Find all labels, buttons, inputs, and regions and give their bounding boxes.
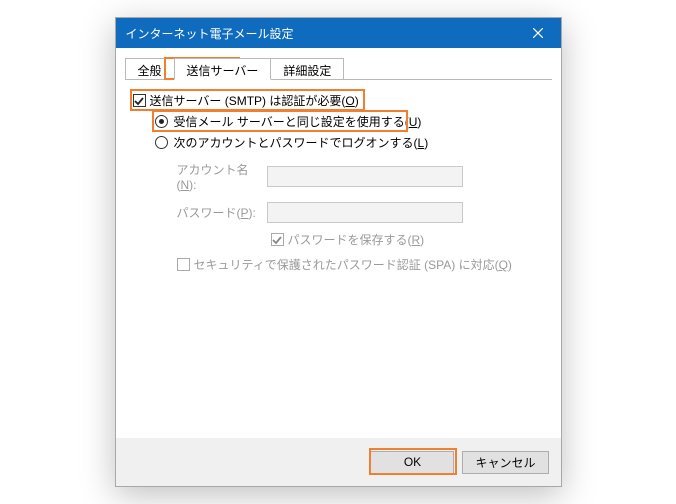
close-button[interactable] [516,18,561,48]
save-password-checkbox [271,233,284,246]
spa-row: セキュリティで保護されたパスワード認証 (SPA) に対応(Q) [177,256,544,273]
tab-content-outgoing: 送信サーバー (SMTP) は認証が必要(O) 受信メール サーバーと同じ設定を… [125,80,552,273]
account-row: アカウント名(N): [177,161,544,192]
close-icon [533,28,543,38]
dialog-title: インターネット電子メール設定 [126,25,516,42]
smtp-auth-row[interactable]: 送信サーバー (SMTP) は認証が必要(O) [133,92,544,109]
dialog-footer: OK キャンセル [116,438,561,486]
cancel-button[interactable]: キャンセル [462,451,548,474]
titlebar: インターネット電子メール設定 [116,18,561,48]
check-icon [134,96,144,106]
save-password-label: パスワードを保存する(R) [288,231,425,248]
tab-general[interactable]: 全般 [125,58,175,79]
spa-checkbox [177,258,190,271]
email-settings-dialog: インターネット電子メール設定 全般 送信サーバー 詳細設定 送信サーバー (SM… [115,17,562,487]
smtp-auth-label: 送信サーバー (SMTP) は認証が必要(O) [150,92,359,109]
use-same-settings-row[interactable]: 受信メール サーバーと同じ設定を使用する(U) [155,113,544,130]
logon-other-label: 次のアカウントとパスワードでログオンする(L) [174,134,429,151]
logon-other-row[interactable]: 次のアカウントとパスワードでログオンする(L) [155,134,544,151]
check-icon [272,235,282,245]
password-input [267,202,463,223]
password-label: パスワード(P): [177,204,267,221]
account-label: アカウント名(N): [177,161,267,192]
tab-bar: 全般 送信サーバー 詳細設定 [125,58,552,80]
tab-outgoing-server[interactable]: 送信サーバー [174,58,272,80]
spa-label: セキュリティで保護されたパスワード認証 (SPA) に対応(Q) [194,256,512,273]
account-input [267,166,463,187]
use-same-settings-label: 受信メール サーバーと同じ設定を使用する(U) [174,113,422,130]
ok-button[interactable]: OK [370,451,454,474]
logon-other-radio[interactable] [155,136,168,149]
use-same-settings-radio[interactable] [155,115,168,128]
password-row: パスワード(P): [177,202,544,223]
dialog-body: 全般 送信サーバー 詳細設定 送信サーバー (SMTP) は認証が必要(O) 受… [116,48,561,438]
smtp-auth-checkbox[interactable] [133,94,146,107]
save-password-row: パスワードを保存する(R) [271,231,544,248]
tab-advanced[interactable]: 詳細設定 [270,58,344,79]
